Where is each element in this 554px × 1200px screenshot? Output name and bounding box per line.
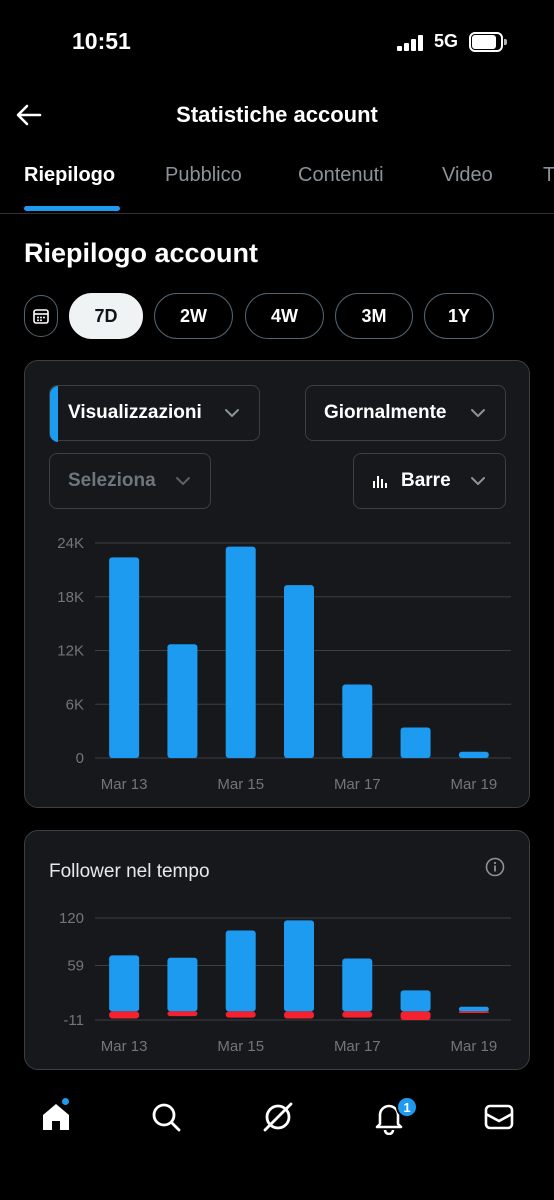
x-tick-label: Mar 15	[217, 776, 264, 793]
nav-search[interactable]	[148, 1099, 184, 1135]
bar-secondary	[342, 1011, 373, 1018]
bar-secondary	[225, 1011, 256, 1018]
x-tick-label: Mar 19	[451, 776, 498, 793]
metric-dropdown[interactable]: Visualizzazioni	[49, 385, 260, 442]
x-tick-label: Mar 13	[101, 776, 148, 793]
y-tick-label: 18K	[57, 589, 84, 606]
granularity-dropdown[interactable]: Giornalmente	[305, 385, 506, 441]
period-chip-3m[interactable]: 3M	[335, 293, 413, 339]
period-chip-1y[interactable]: 1Y	[424, 293, 494, 339]
grok-icon	[263, 1102, 293, 1132]
y-tick-label: 12K	[57, 643, 84, 660]
bar-primary	[167, 957, 198, 1012]
chevron-down-icon	[471, 409, 485, 417]
info-button[interactable]	[485, 857, 505, 882]
section-title: Riepilogo account	[24, 238, 259, 268]
y-tick-label: 59	[67, 957, 84, 974]
search-icon	[152, 1103, 181, 1132]
chevron-down-icon	[225, 409, 239, 417]
nav-messages[interactable]	[481, 1099, 517, 1135]
nav-grok[interactable]	[260, 1099, 296, 1135]
x-tick-label: Mar 19	[451, 1038, 498, 1055]
compare-dropdown-label: Seleziona	[68, 470, 156, 491]
period-chip-7d[interactable]: 7D	[69, 293, 143, 339]
views-bar-chart: 24K 18K 12K 6K 0 Mar 13 Mar 15 Mar 17 Mar 19	[57, 535, 511, 793]
status-time: 10:51	[72, 28, 131, 54]
period-chip-4w[interactable]: 4W	[245, 293, 324, 339]
followers-card-title: Follower nel tempo	[49, 861, 210, 882]
bottom-navigation	[0, 1085, 554, 1155]
home-unread-dot	[61, 1097, 70, 1106]
bar-secondary	[109, 1011, 140, 1019]
bar-primary	[225, 930, 256, 1012]
page-title: Statistiche account	[176, 102, 378, 127]
bar-primary	[284, 585, 314, 758]
period-chip-2w[interactable]: 2W	[154, 293, 233, 339]
chart-type-dropdown[interactable]: Barre	[353, 453, 506, 509]
bar-secondary	[458, 1011, 489, 1013]
status-bar: 10:51 5G	[0, 0, 554, 80]
bar-primary	[458, 751, 489, 758]
active-tab-indicator	[24, 206, 120, 211]
bar-primary	[400, 727, 431, 758]
bar-secondary	[167, 1011, 198, 1017]
bar-primary	[167, 644, 198, 758]
metric-color-accent	[50, 386, 58, 442]
x-tick-label: Mar 17	[334, 1038, 381, 1055]
x-tick-label: Mar 13	[101, 1038, 148, 1055]
compare-dropdown[interactable]: Seleziona	[49, 453, 211, 509]
notification-badge: 1	[396, 1096, 418, 1118]
bar-primary	[109, 557, 140, 758]
chevron-down-icon	[176, 477, 190, 485]
views-card: Visualizzazioni Giornalmente Seleziona B…	[24, 360, 530, 808]
granularity-dropdown-label: Giornalmente	[324, 402, 447, 423]
calendar-icon	[33, 309, 49, 324]
bar-primary	[225, 546, 256, 758]
chevron-down-icon	[471, 477, 485, 485]
chart-type-dropdown-label: Barre	[401, 470, 451, 491]
y-tick-label: 0	[76, 750, 84, 767]
bar-primary	[342, 958, 373, 1012]
bar-primary	[109, 955, 140, 1012]
metric-dropdown-label: Visualizzazioni	[68, 402, 202, 423]
top-bar: Statistiche account	[0, 90, 554, 140]
x-tick-label: Mar 17	[334, 776, 381, 793]
tab-video[interactable]: Video	[442, 164, 493, 187]
bar-secondary	[400, 1011, 431, 1020]
mail-icon	[484, 1104, 514, 1130]
bar-primary	[284, 920, 314, 1012]
tab-contenuti[interactable]: Contenuti	[298, 164, 384, 187]
tab-riepilogo[interactable]: Riepilogo	[24, 164, 115, 187]
info-icon	[485, 857, 505, 877]
bar-primary	[400, 990, 431, 1012]
y-tick-label: -11	[63, 1012, 84, 1029]
y-tick-label: 6K	[66, 696, 84, 713]
network-label: 5G	[434, 31, 459, 51]
followers-bar-chart: 120 59 -11 Mar 13 Mar 15 Mar 17 Mar 19	[59, 910, 511, 1055]
bar-primary	[342, 684, 373, 758]
x-tick-label: Mar 15	[217, 1038, 264, 1055]
tab-bar: Riepilogo Pubblico Contenuti Video T	[0, 150, 554, 214]
bar-secondary	[284, 1011, 314, 1019]
bar-chart-icon	[373, 476, 387, 488]
home-indicator	[202, 1178, 352, 1183]
y-tick-label: 120	[59, 910, 84, 927]
y-tick-label: 24K	[57, 535, 84, 552]
tab-truncated[interactable]: T	[543, 164, 554, 187]
bar-primary	[458, 1006, 489, 1012]
followers-card: Follower nel tempo 120 59 -11 Mar 13 Mar 15 M…	[24, 830, 530, 1070]
battery-icon	[469, 32, 507, 52]
tab-pubblico[interactable]: Pubblico	[165, 164, 242, 187]
calendar-button[interactable]	[24, 295, 58, 337]
signal-icon	[397, 35, 427, 51]
